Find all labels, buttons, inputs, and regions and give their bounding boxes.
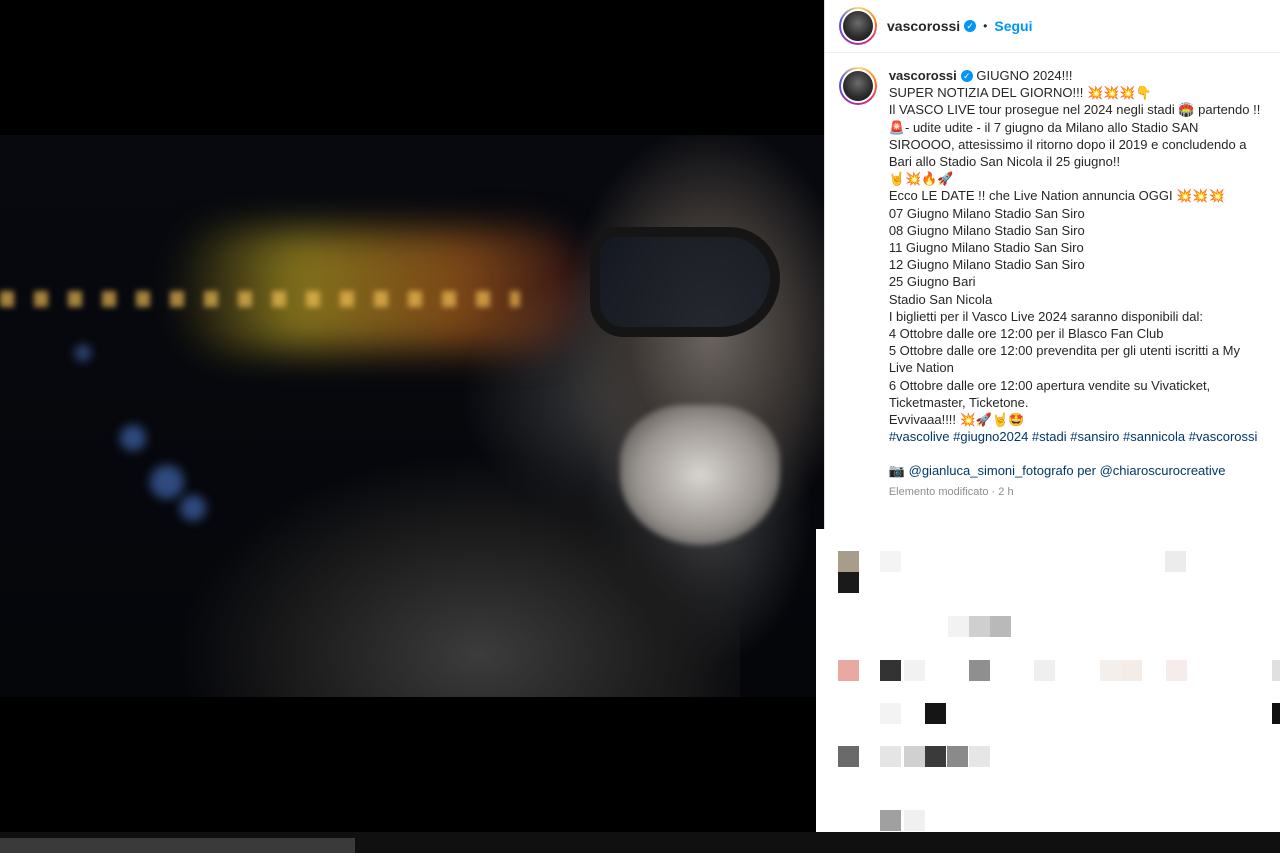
sunglasses (590, 227, 780, 337)
blur-block (1165, 551, 1186, 572)
caption-line: 🤘💥🔥🚀 (888, 171, 954, 187)
blur-block (969, 616, 990, 637)
header-username[interactable]: vascorossi (887, 18, 960, 34)
post-media[interactable] (0, 0, 824, 853)
blur-block (838, 572, 859, 593)
blur-block (990, 616, 1011, 637)
caption-line: 6 Ottobre dalle ore 12:00 apertura vendi… (888, 377, 1214, 410)
blur-block (925, 746, 946, 767)
blur-block (1166, 660, 1187, 681)
follow-button[interactable]: Segui (994, 18, 1032, 34)
blur-block (904, 810, 925, 831)
blur-block (1100, 660, 1121, 681)
caption-line: 12 Giugno Milano Stadio San Siro (888, 257, 1085, 273)
comments-area-pixelated (816, 529, 1280, 832)
blur-block (880, 703, 901, 724)
caption-line: Il VASCO LIVE tour prosegue nel 2024 neg… (888, 102, 1264, 170)
avatar-image (841, 9, 875, 43)
photo-credit: 📷 @gianluca_simoni_fotografo per @chiaro… (889, 462, 1267, 479)
bottom-bar (0, 838, 355, 853)
blur-block (904, 660, 925, 681)
blur-block (838, 551, 859, 572)
light-streak (170, 230, 590, 350)
caption-line: Evvivaaa!!!! 💥🚀🤘🤩 (888, 412, 1025, 428)
bokeh-blue-1 (120, 425, 146, 451)
caption-line: Ecco LE DATE !! che Live Nation annuncia… (888, 188, 1225, 204)
verified-icon: ✓ (964, 20, 977, 32)
caption-text: vascorossi ✓ GIUGNO 2024!!! SUPER NOTIZIA… (889, 67, 1267, 501)
blur-block (880, 551, 901, 572)
caption-line: 4 Ottobre dalle ore 12:00 per il Blasco … (888, 326, 1164, 342)
caption-line: 11 Giugno Milano Stadio San Siro (888, 240, 1084, 256)
post-photo[interactable] (0, 135, 824, 697)
caption-area: vascorossi ✓ GIUGNO 2024!!! SUPER NOTIZIA… (825, 53, 1280, 529)
blur-block (969, 660, 990, 681)
blur-block (880, 660, 901, 681)
bokeh-lights (0, 291, 520, 307)
caption-line: Stadio San Nicola (888, 291, 993, 307)
avatar[interactable] (839, 7, 877, 45)
blur-block (925, 703, 946, 724)
caption-avatar[interactable] (839, 67, 877, 105)
blur-block (948, 616, 969, 637)
blur-block (880, 810, 901, 831)
credit-link[interactable]: @chiaroscurocreative (1100, 463, 1226, 478)
separator-dot: • (983, 19, 988, 33)
caption-username[interactable]: vascorossi (889, 68, 957, 83)
blur-block (969, 746, 990, 767)
avatar-image (841, 69, 875, 103)
caption-line: I biglietti per il Vasco Live 2024 saran… (888, 308, 1203, 324)
caption-line: 07 Giugno Milano Stadio San Siro (888, 205, 1085, 221)
caption-line: 08 Giugno Milano Stadio San Siro (888, 222, 1085, 238)
hashtags[interactable]: #vascolive #giugno2024 #stadi #sansiro #… (889, 428, 1267, 445)
verified-icon: ✓ (960, 70, 973, 82)
caption-line: SUPER NOTIZIA DEL GIORNO!!! 💥💥💥👇 (888, 85, 1152, 101)
caption-line: GIUGNO 2024!!! (972, 68, 1073, 83)
blur-block (1034, 660, 1055, 681)
bokeh-blue-2 (150, 465, 184, 499)
blur-block (880, 746, 901, 767)
caption-line: 25 Giugno Bari (888, 274, 976, 290)
credit-text[interactable]: 📷 @gianluca_simoni_fotografo per (889, 463, 1100, 478)
blur-block (838, 746, 859, 767)
edited-timestamp: Elemento modificato · 2 h (888, 485, 1014, 498)
blur-block (1121, 660, 1142, 681)
blur-block (904, 746, 925, 767)
post-header: vascorossi ✓ • Segui (825, 0, 1280, 53)
bokeh-blue-4 (75, 345, 91, 361)
blur-block (947, 746, 968, 767)
blur-block (838, 660, 859, 681)
beard (620, 405, 780, 545)
blur-block (1272, 660, 1280, 681)
blur-block (1272, 703, 1280, 724)
caption-line: 5 Ottobre dalle ore 12:00 prevendita per… (888, 343, 1244, 376)
